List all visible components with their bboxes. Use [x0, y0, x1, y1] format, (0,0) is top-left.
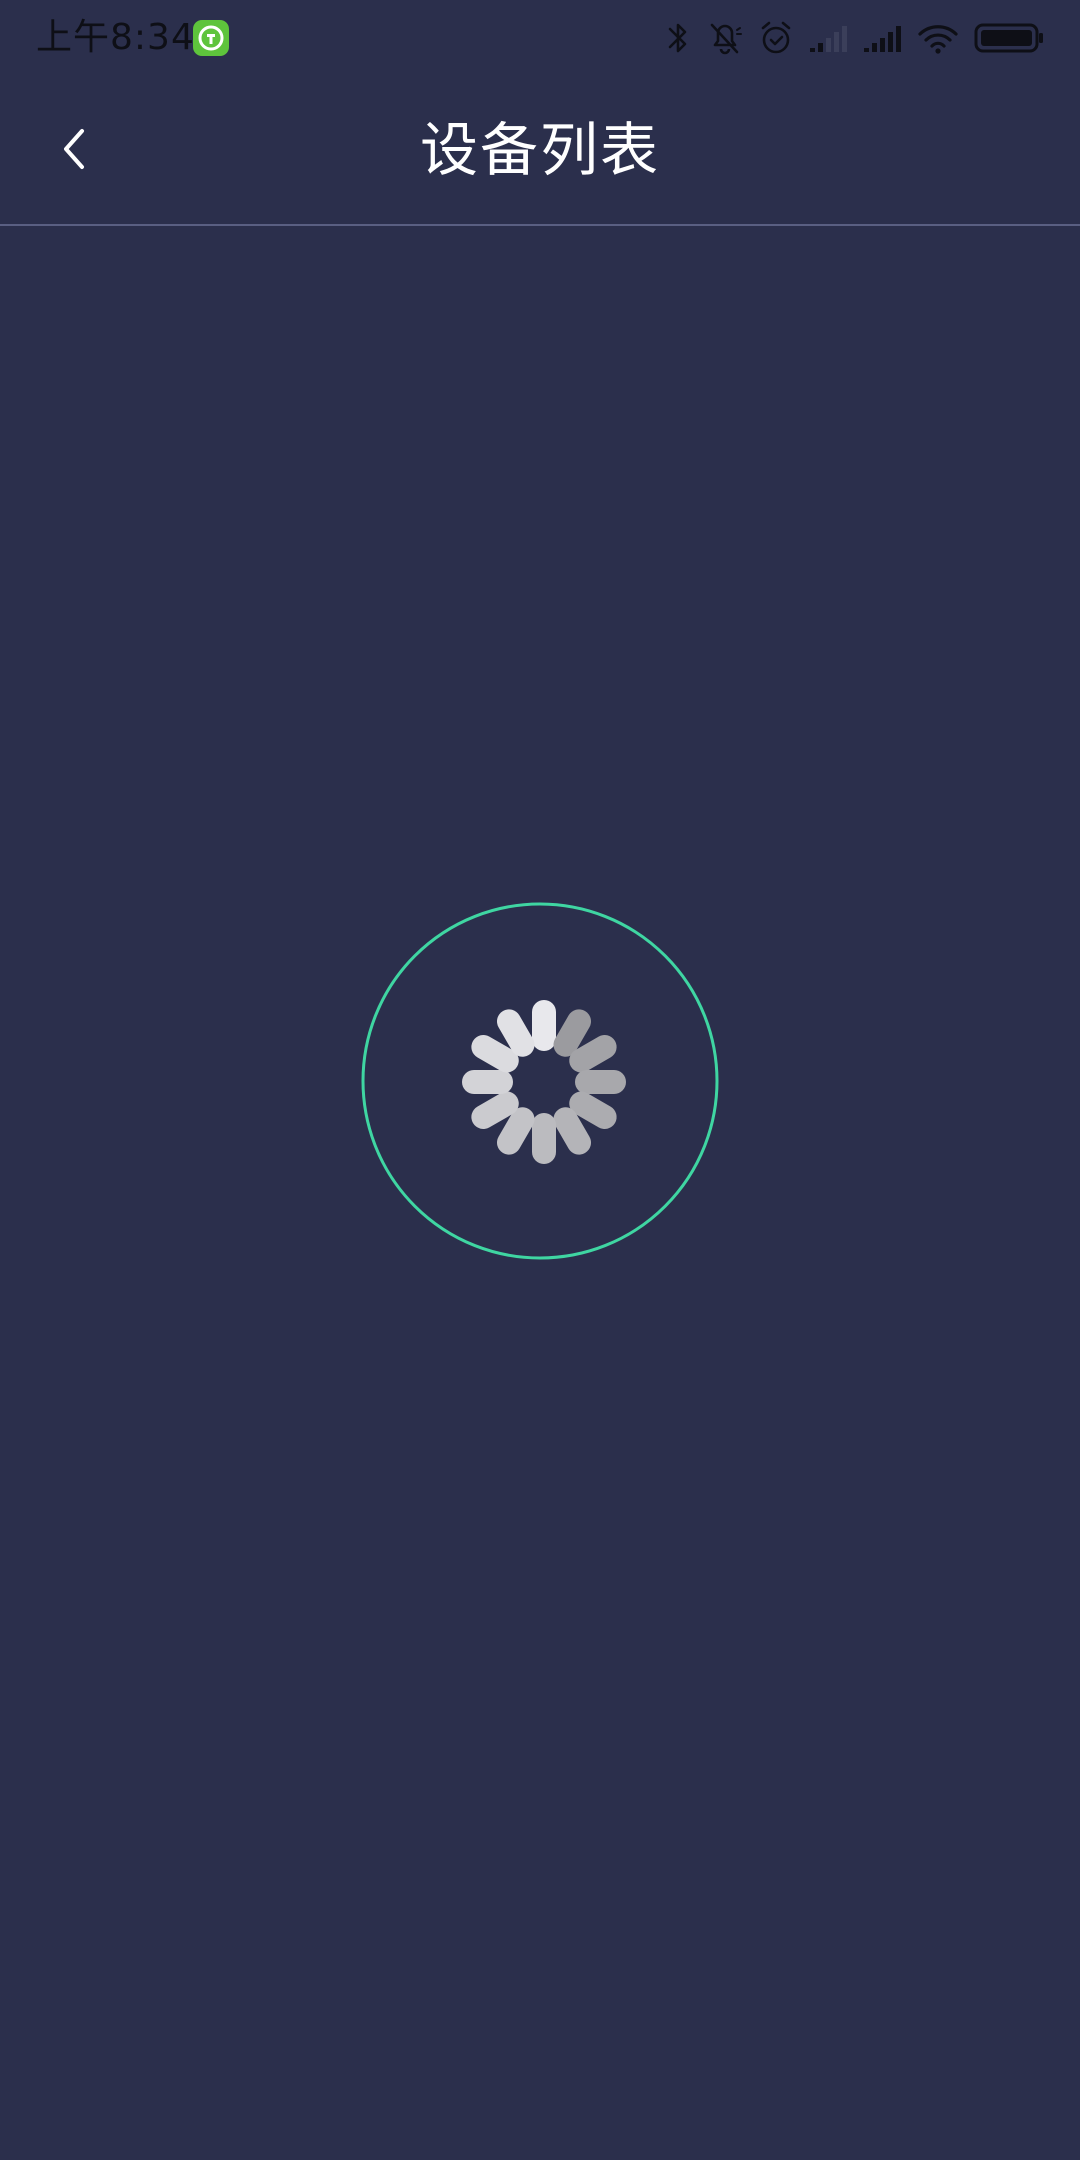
spinner-spoke: [497, 1107, 535, 1155]
wifi-icon: [918, 25, 958, 54]
spinner-icon: [361, 902, 719, 1260]
status-time: 上午8:34: [36, 17, 195, 58]
bluetooth-icon: [668, 23, 687, 53]
loading-indicator: [360, 901, 720, 1261]
alarm-icon: [761, 21, 791, 54]
spinner-ring: [361, 902, 719, 1260]
status-bar: 上午8:34: [0, 0, 1080, 76]
spinner-spoke: [471, 1091, 519, 1129]
mute-bell-icon: [710, 23, 742, 55]
page-title: 设备列表: [419, 116, 660, 184]
header-divider: [0, 224, 1080, 226]
spinner-spoke: [569, 1091, 617, 1129]
spinner-spoke: [553, 1107, 591, 1155]
spinner-spoke: [553, 1009, 591, 1057]
app-badge-icon: [193, 20, 229, 56]
spinner-spoke: [497, 1009, 535, 1057]
status-icons: [650, 18, 1044, 58]
header: 设备列表: [0, 76, 1080, 224]
spinner-spokes: [462, 1000, 626, 1164]
battery-icon: [974, 23, 1043, 53]
spinner-spoke: [471, 1035, 519, 1073]
spinner-spoke: [569, 1035, 617, 1073]
signal-sim2-icon: [864, 26, 901, 52]
signal-sim1-icon: [810, 26, 847, 52]
